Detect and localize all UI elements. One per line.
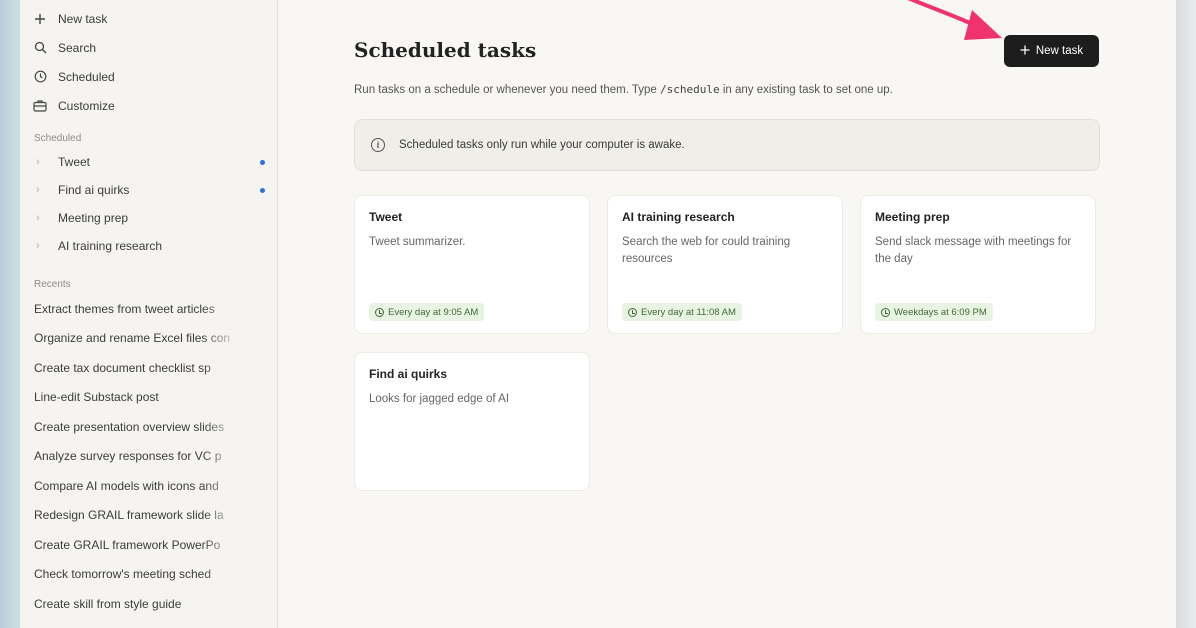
recent-item[interactable]: Check tomorrow's meeting sched [20, 560, 242, 590]
scheduled-item-label: Meeting prep [58, 211, 129, 225]
nav-customize[interactable]: Customize [20, 91, 277, 120]
card-description: Search the web for could training resour… [622, 236, 791, 265]
schedule-text: Every day at 9:05 AM [388, 306, 479, 318]
schedule-badge: Every day at 9:05 AM [369, 303, 485, 321]
sidebar: New task Search Scheduled Customize Sche… [20, 0, 278, 628]
nav-label: Customize [58, 98, 115, 113]
chevron-right-icon: › [36, 240, 40, 252]
recent-item[interactable]: Create presentation overview slides [20, 412, 242, 442]
chevron-right-icon: › [36, 212, 40, 224]
subtitle-text: in any existing task to set one up. [722, 84, 893, 96]
new-task-button[interactable]: New task [1004, 35, 1099, 67]
annotation-arrow-icon [907, 0, 1002, 40]
recent-item[interactable]: Compare AI models with icons and [20, 471, 242, 501]
window-edge [1176, 0, 1196, 628]
scheduled-item-ai-training-research[interactable]: › AI training research [20, 232, 277, 260]
card-title: Meeting prep [875, 210, 950, 224]
task-card-find-ai-quirks[interactable]: Find ai quirks Looks for jagged edge of … [354, 352, 590, 491]
card-description: Looks for jagged edge of AI [369, 393, 510, 405]
recent-item[interactable]: Redesign GRAIL framework slide la [20, 501, 242, 531]
info-icon: i [371, 138, 385, 152]
page-title: Scheduled tasks [354, 38, 537, 62]
nav-label: New task [58, 11, 108, 26]
recents-section-label: Recents [34, 278, 71, 290]
recent-item[interactable]: Create tax document checklist sp [20, 353, 242, 383]
clock-icon [375, 307, 384, 317]
scheduled-item-label: Tweet [58, 155, 91, 169]
notice-text: Scheduled tasks only run while your comp… [399, 139, 685, 151]
nav-search[interactable]: Search [20, 33, 277, 62]
nav-new-task[interactable]: New task [20, 4, 277, 33]
recent-item[interactable]: Create skill from style guide [20, 589, 242, 619]
task-card-ai-training-research[interactable]: AI training research Search the web for … [607, 195, 843, 334]
schedule-badge: Every day at 11:08 AM [622, 303, 742, 321]
scheduled-item-label: AI training research [58, 239, 163, 253]
schedule-command: /schedule [660, 83, 720, 96]
schedule-text: Every day at 11:08 AM [641, 306, 736, 318]
subtitle-text: Run tasks on a schedule or whenever you … [354, 84, 657, 96]
nav-scheduled[interactable]: Scheduled [20, 62, 277, 91]
unread-dot [260, 188, 265, 193]
plus-icon [1020, 45, 1030, 58]
clock-icon [881, 307, 890, 317]
clock-icon [32, 69, 48, 85]
recent-item[interactable]: Create GRAIL framework PowerPo [20, 530, 242, 560]
card-description: Send slack message with meetings for the… [875, 236, 1072, 265]
task-card-meeting-prep[interactable]: Meeting prep Send slack message with mee… [860, 195, 1096, 334]
scheduled-item-label: Find ai quirks [58, 183, 130, 197]
card-title: Tweet [369, 210, 403, 224]
chevron-right-icon: › [36, 184, 40, 196]
schedule-badge: Weekdays at 6:09 PM [875, 303, 993, 321]
recent-item[interactable]: Analyze survey responses for VC p [20, 442, 242, 472]
clock-icon [628, 307, 637, 317]
scheduled-item-tweet[interactable]: › Tweet [20, 148, 277, 176]
scheduled-item-meeting-prep[interactable]: › Meeting prep [20, 204, 277, 232]
scheduled-item-find-ai-quirks[interactable]: › Find ai quirks [20, 176, 277, 204]
search-icon [32, 40, 48, 56]
nav-label: Scheduled [58, 69, 115, 84]
card-description: Tweet summarizer. [369, 236, 466, 248]
card-title: Find ai quirks [369, 367, 448, 381]
schedule-text: Weekdays at 6:09 PM [894, 306, 987, 318]
task-card-tweet[interactable]: Tweet Tweet summarizer. Every day at 9:0… [354, 195, 590, 334]
notice-banner: i Scheduled tasks only run while your co… [354, 119, 1100, 171]
page-subtitle: Run tasks on a schedule or whenever you … [354, 83, 893, 96]
app-window: New task Search Scheduled Customize Sche… [20, 0, 1176, 628]
new-task-label: New task [1035, 45, 1084, 57]
nav-label: Search [58, 40, 97, 55]
recent-item[interactable]: Organize and rename Excel files con [20, 324, 242, 354]
briefcase-icon [32, 98, 48, 114]
recent-item[interactable]: Line-edit Substack post [20, 383, 242, 413]
plus-icon [32, 11, 48, 27]
chevron-right-icon: › [36, 156, 40, 168]
unread-dot [260, 160, 265, 165]
main-content: Scheduled tasks New task Run tasks on a … [278, 0, 1176, 628]
scheduled-section-label: Scheduled [34, 132, 82, 144]
recent-item[interactable]: Extract themes from tweet articles [20, 294, 242, 324]
card-title: AI training research [622, 210, 735, 224]
